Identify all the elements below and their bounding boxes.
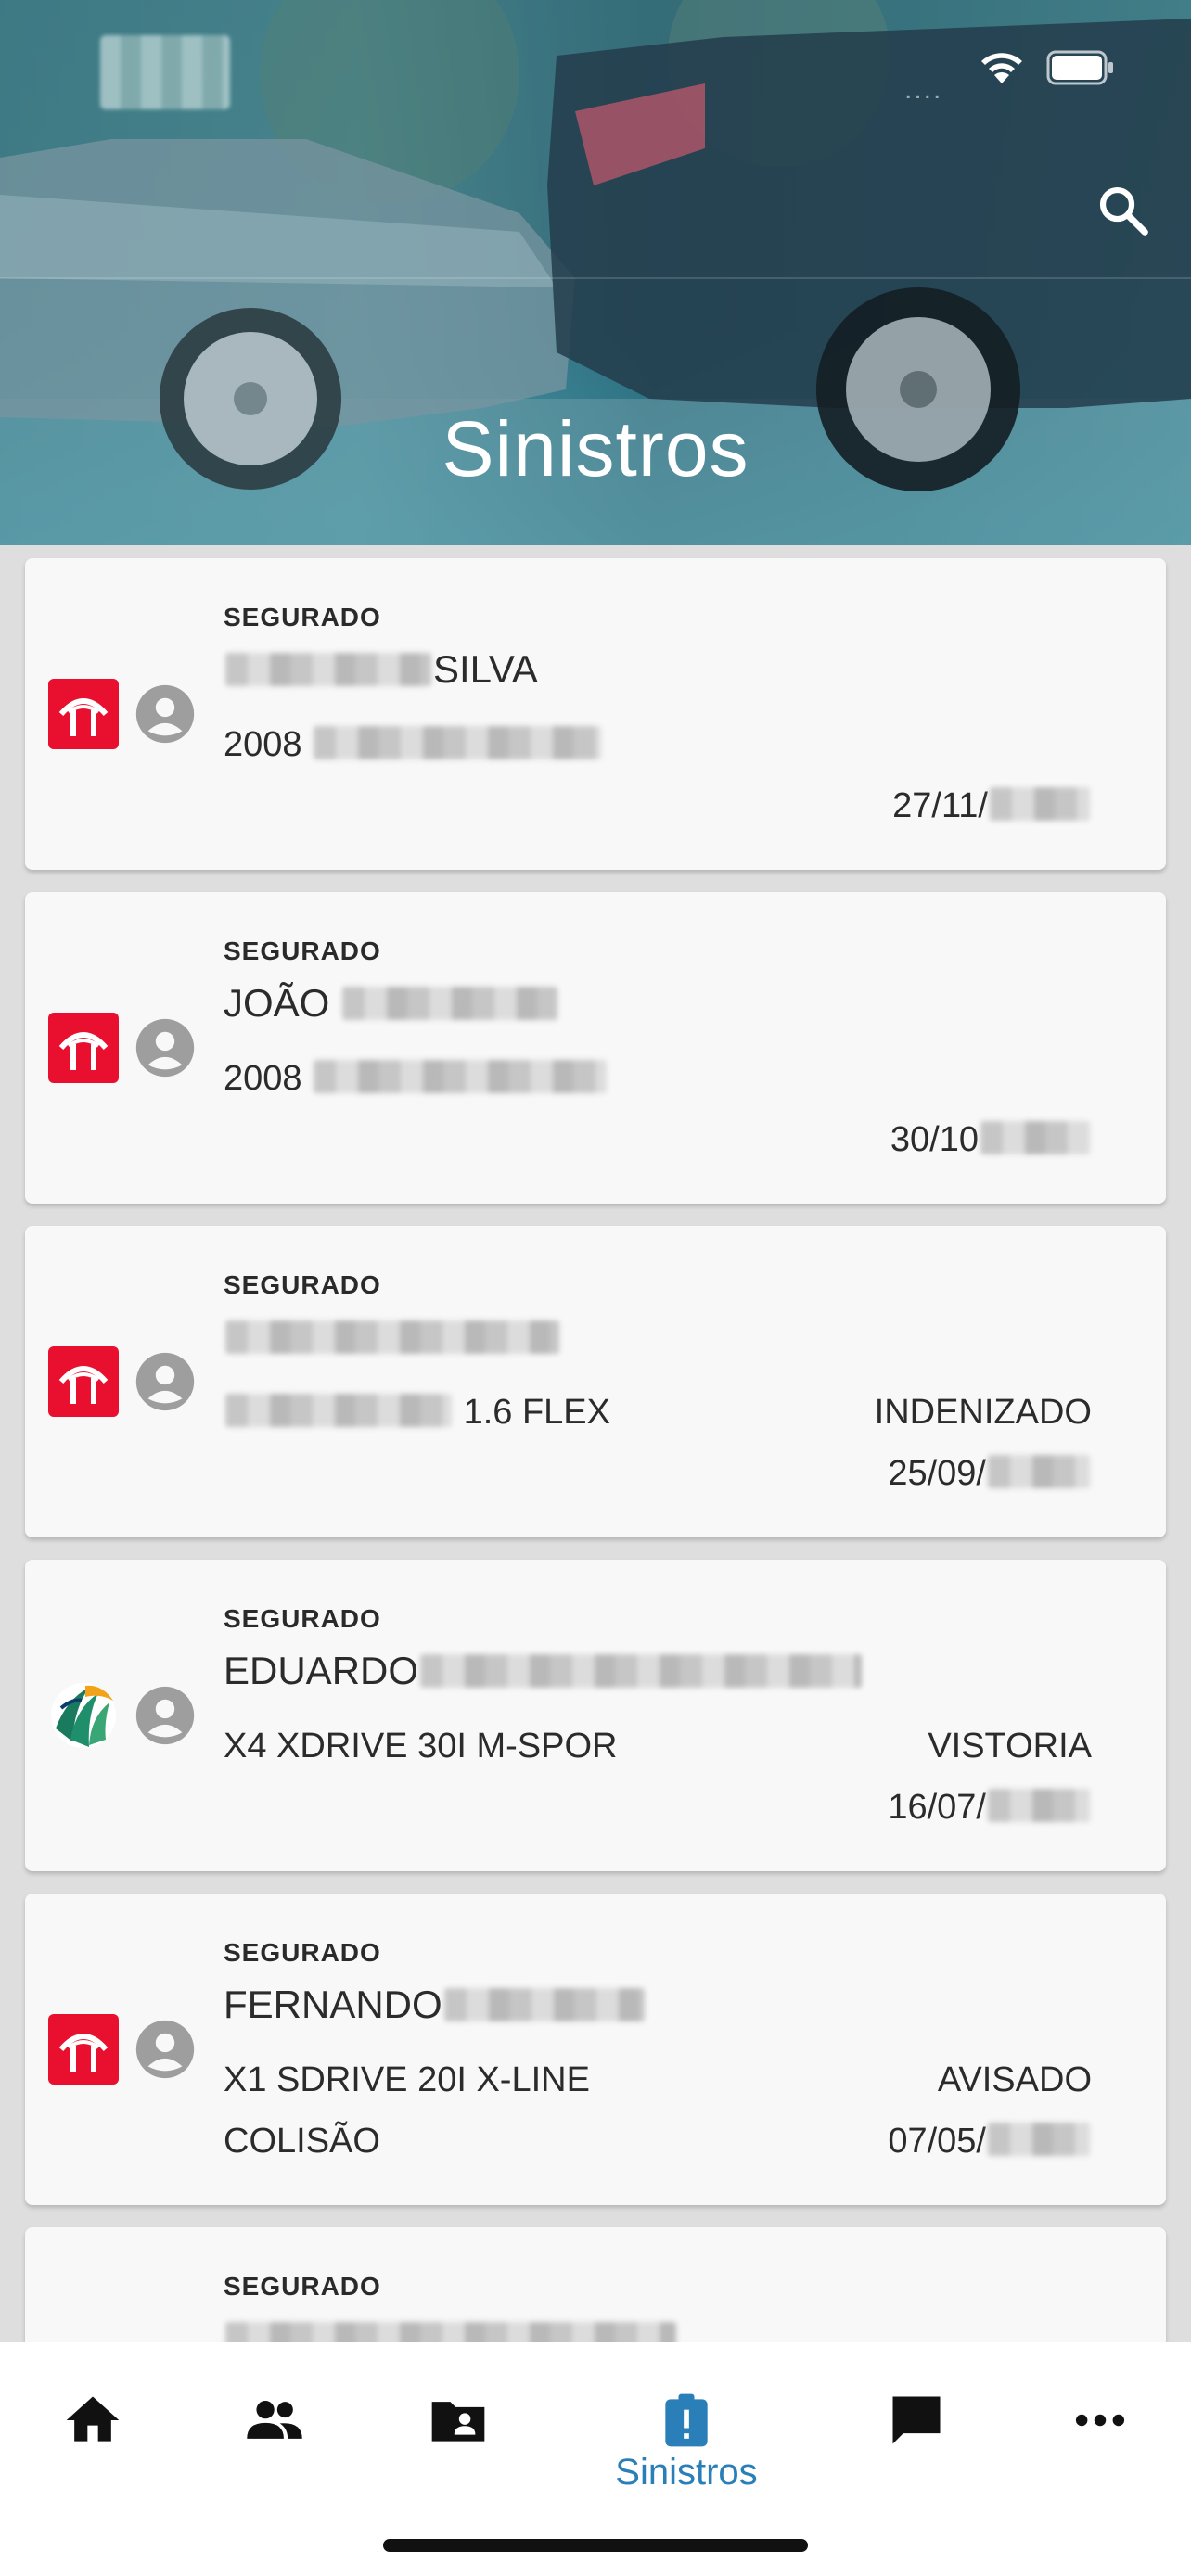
bradesco-logo-icon [48, 679, 119, 749]
contact-folder-icon [431, 2402, 485, 2442]
insured-label: SEGURADO [224, 603, 381, 631]
chat-icon [892, 2396, 941, 2444]
battery-icon [1046, 50, 1113, 85]
insured-name-text: JOÃO [224, 981, 330, 1025]
claim-card[interactable]: SEGURADO 1.6 FLEX INDENIZADO 25/09/ [25, 1226, 1166, 1537]
vehicle-description: 2008 [224, 725, 603, 765]
claim-date: 07/05/ [888, 2122, 1092, 2162]
more-icon [1075, 2414, 1125, 2427]
home-icon [66, 2396, 120, 2442]
claim-card[interactable]: SEGURADO JOÃO 2008 30/10 [25, 892, 1166, 1204]
date-text: 07/05/ [888, 2122, 986, 2161]
insured-name-text: FERNANDO [224, 1983, 442, 2026]
vehicle-description: 2008 [224, 1059, 608, 1099]
claim-date: 27/11/ [892, 786, 1092, 826]
claim-card[interactable]: SEGURADO FERNANDO X1 SDRIVE 20I X-LINE C… [25, 1894, 1166, 2205]
bradesco-logo-icon [48, 1346, 119, 1417]
person-avatar-icon [135, 684, 195, 744]
redacted-text [420, 1654, 863, 1688]
clipboard-alert-icon [665, 2393, 708, 2447]
redacted-text [314, 726, 602, 759]
vehicle-description: X1 SDRIVE 20I X-LINE [224, 2060, 590, 2099]
redacted-text [443, 1988, 645, 2021]
insured-label: SEGURADO [224, 2272, 381, 2301]
person-avatar-icon [135, 1686, 195, 1745]
vehicle-description: X4 XDRIVE 30I M-SPOR [224, 1727, 618, 1766]
redacted-text [988, 1455, 1090, 1488]
redacted-text [225, 1394, 452, 1427]
redacted-text [342, 987, 558, 1020]
claim-date: 16/07/ [888, 1788, 1092, 1828]
person-avatar-icon [135, 1352, 195, 1411]
claim-status: AVISADO [937, 2060, 1092, 2099]
header-banner: .... Sinistros [0, 0, 1191, 545]
claim-status: INDENIZADO [874, 1393, 1092, 1432]
insured-label: SEGURADO [224, 1270, 381, 1299]
claim-card[interactable]: SEGURADO SILVA 2008 27/11/ [25, 558, 1166, 870]
redacted-text [990, 787, 1090, 821]
date-text: 25/09/ [888, 1454, 986, 1493]
redacted-text [980, 1121, 1090, 1154]
nav-more[interactable] [1035, 2342, 1165, 2509]
vehicle-description: 1.6 FLEX [224, 1393, 610, 1433]
redacted-text [225, 653, 431, 686]
date-text: 16/07/ [888, 1788, 986, 1827]
claim-date: 25/09/ [888, 1454, 1092, 1494]
date-text: 27/11/ [892, 786, 988, 825]
insured-name: JOÃO [224, 981, 559, 1026]
insured-label: SEGURADO [224, 937, 381, 965]
redacted-text [225, 1320, 559, 1354]
insured-name [224, 1315, 561, 1359]
insured-name: SILVA [224, 647, 538, 692]
insured-name-text: EDUARDO [224, 1649, 419, 1692]
search-icon[interactable] [1095, 182, 1152, 239]
nav-contacts-folder[interactable] [393, 2342, 523, 2509]
cellular-signal-icon: .... [904, 74, 943, 105]
home-indicator[interactable] [383, 2539, 808, 2552]
person-avatar-icon [135, 1018, 195, 1078]
redacted-text [988, 1789, 1090, 1822]
page-title: Sinistros [442, 405, 749, 492]
vehicle-text: 2008 [224, 725, 302, 764]
nav-messages[interactable] [852, 2342, 981, 2509]
nav-claims-label[interactable]: Sinistros [547, 2452, 826, 2493]
nav-home[interactable] [28, 2342, 158, 2509]
people-icon [247, 2401, 302, 2439]
insured-name: FERNANDO [224, 1983, 647, 2027]
insured-name: EDUARDO [224, 1649, 864, 1693]
claim-status: VISTORIA [928, 1727, 1092, 1766]
date-text: 30/10 [890, 1120, 979, 1159]
sulamerica-logo-icon [51, 1683, 116, 1748]
status-bar-time-redacted [100, 35, 230, 109]
nav-clients[interactable] [210, 2342, 339, 2509]
person-avatar-icon [135, 2020, 195, 2079]
vehicle-text: 1.6 FLEX [463, 1393, 610, 1432]
vehicle-text: 2008 [224, 1059, 302, 1098]
claim-type: COLISÃO [224, 2122, 380, 2161]
redacted-text [314, 1060, 608, 1093]
bradesco-logo-icon [48, 1013, 119, 1083]
wifi-icon [981, 53, 1022, 83]
claim-card[interactable]: SEGURADO EDUARDO X4 XDRIVE 30I M-SPOR VI… [25, 1560, 1166, 1871]
insured-label: SEGURADO [224, 1938, 381, 1967]
insured-name-text: SILVA [433, 647, 538, 691]
redacted-text [988, 2123, 1090, 2156]
claim-date: 30/10 [890, 1120, 1092, 1160]
bradesco-logo-icon [48, 2014, 119, 2085]
insured-label: SEGURADO [224, 1604, 381, 1633]
